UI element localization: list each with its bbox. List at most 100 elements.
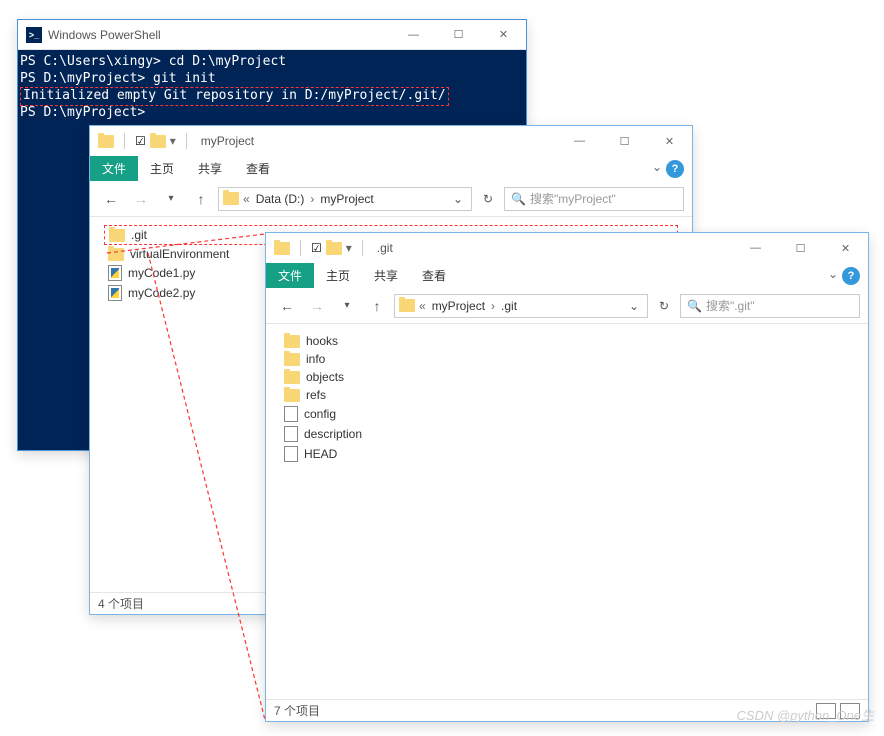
- tab-file[interactable]: 文件: [266, 263, 314, 288]
- terminal-line: Initialized empty Git repository in D:/m…: [20, 88, 524, 105]
- folder-icon: [284, 371, 300, 384]
- tab-share[interactable]: 共享: [362, 263, 410, 288]
- breadcrumb-separator[interactable]: ›: [491, 299, 495, 313]
- folder-icon: [284, 389, 300, 402]
- address-dropdown-icon[interactable]: ⌄: [625, 299, 643, 313]
- file-icon: [284, 406, 298, 422]
- file-icon: [284, 426, 298, 442]
- terminal-line: PS C:\Users\xingy> cd D:\myProject: [20, 54, 524, 71]
- list-item-file[interactable]: HEAD: [280, 444, 854, 464]
- search-input[interactable]: 🔍 搜索".git": [680, 294, 860, 318]
- titlebar[interactable]: >_ Windows PowerShell — ☐ ✕: [18, 20, 526, 50]
- recent-dropdown[interactable]: ▾: [334, 293, 360, 319]
- close-button[interactable]: ✕: [823, 234, 868, 263]
- folder-icon[interactable]: [150, 135, 166, 148]
- expand-ribbon-icon[interactable]: ⌄: [652, 160, 662, 174]
- maximize-button[interactable]: ☐: [778, 234, 823, 263]
- window-title: myProject: [201, 134, 254, 148]
- search-icon: 🔍: [511, 192, 526, 206]
- divider: [362, 240, 363, 256]
- folder-icon: [399, 299, 415, 312]
- forward-button[interactable]: →: [304, 293, 330, 319]
- python-file-icon: [108, 285, 122, 301]
- search-placeholder: 搜索"myProject": [530, 190, 616, 207]
- maximize-button[interactable]: ☐: [602, 127, 647, 156]
- folder-icon: [284, 335, 300, 348]
- tab-home[interactable]: 主页: [314, 263, 362, 288]
- list-item-file[interactable]: description: [280, 424, 854, 444]
- address-dropdown-icon[interactable]: ⌄: [449, 192, 467, 206]
- breadcrumb-separator[interactable]: «: [419, 299, 426, 313]
- item-count: 7 个项目: [274, 702, 320, 719]
- divider: [300, 240, 301, 256]
- refresh-button[interactable]: ↻: [476, 187, 500, 211]
- back-button[interactable]: ←: [274, 293, 300, 319]
- list-item-folder[interactable]: objects: [280, 368, 854, 386]
- terminal-line: PS D:\myProject>: [20, 105, 524, 122]
- tab-share[interactable]: 共享: [186, 156, 234, 181]
- folder-icon: [109, 229, 125, 242]
- folder-icon: [98, 135, 114, 148]
- tab-home[interactable]: 主页: [138, 156, 186, 181]
- file-icon: [284, 446, 298, 462]
- list-item-file[interactable]: config: [280, 404, 854, 424]
- explorer-window-git: ☑ ▾ .git — ☐ ✕ 文件 主页 共享 查看 ⌄ ? ← → ▾ ↑ «…: [265, 232, 869, 722]
- titlebar[interactable]: ☑ ▾ myProject — ☐ ✕: [90, 126, 692, 156]
- titlebar[interactable]: ☑ ▾ .git — ☐ ✕: [266, 233, 868, 263]
- python-file-icon: [108, 265, 122, 281]
- ribbon-tabs: 文件 主页 共享 查看 ⌄ ?: [266, 263, 868, 288]
- navigation-toolbar: ← → ▾ ↑ « Data (D:) › myProject ⌄ ↻ 🔍 搜索…: [90, 181, 692, 217]
- tab-file[interactable]: 文件: [90, 156, 138, 181]
- divider: [186, 133, 187, 149]
- folder-icon: [223, 192, 239, 205]
- dropdown-icon[interactable]: ▾: [346, 241, 352, 255]
- address-bar[interactable]: « Data (D:) › myProject ⌄: [218, 187, 472, 211]
- recent-dropdown[interactable]: ▾: [158, 186, 184, 212]
- search-icon: 🔍: [687, 299, 702, 313]
- minimize-button[interactable]: —: [557, 127, 602, 156]
- minimize-button[interactable]: —: [733, 234, 778, 263]
- refresh-button[interactable]: ↻: [652, 294, 676, 318]
- terminal-line: PS D:\myProject> git init: [20, 71, 524, 88]
- search-placeholder: 搜索".git": [706, 297, 755, 314]
- help-icon[interactable]: ?: [666, 160, 684, 178]
- minimize-button[interactable]: —: [391, 20, 436, 49]
- up-button[interactable]: ↑: [364, 293, 390, 319]
- window-title: .git: [377, 241, 393, 255]
- address-bar[interactable]: « myProject › .git ⌄: [394, 294, 648, 318]
- close-button[interactable]: ✕: [647, 127, 692, 156]
- navigation-toolbar: ← → ▾ ↑ « myProject › .git ⌄ ↻ 🔍 搜索".git…: [266, 288, 868, 324]
- search-input[interactable]: 🔍 搜索"myProject": [504, 187, 684, 211]
- dropdown-icon[interactable]: ▾: [170, 134, 176, 148]
- list-item-folder[interactable]: refs: [280, 386, 854, 404]
- folder-icon: [274, 242, 290, 255]
- item-count: 4 个项目: [98, 595, 144, 612]
- help-icon[interactable]: ?: [842, 267, 860, 285]
- forward-button[interactable]: →: [128, 186, 154, 212]
- checkbox-icon[interactable]: ☑: [311, 241, 322, 255]
- up-button[interactable]: ↑: [188, 186, 214, 212]
- window-title: Windows PowerShell: [48, 28, 161, 42]
- ribbon-tabs: 文件 主页 共享 查看 ⌄ ?: [90, 156, 692, 181]
- powershell-icon: >_: [26, 27, 42, 43]
- folder-icon[interactable]: [326, 242, 342, 255]
- breadcrumb-segment[interactable]: .git: [499, 299, 519, 313]
- list-item-folder[interactable]: info: [280, 350, 854, 368]
- file-list[interactable]: hooks info objects refs config descripti…: [266, 324, 868, 699]
- breadcrumb-separator[interactable]: «: [243, 192, 250, 206]
- maximize-button[interactable]: ☐: [436, 20, 481, 49]
- breadcrumb-segment[interactable]: Data (D:): [254, 192, 307, 206]
- breadcrumb-separator[interactable]: ›: [310, 192, 314, 206]
- expand-ribbon-icon[interactable]: ⌄: [828, 267, 838, 281]
- divider: [124, 133, 125, 149]
- breadcrumb-segment[interactable]: myProject: [430, 299, 487, 313]
- checkbox-icon[interactable]: ☑: [135, 134, 146, 148]
- breadcrumb-segment[interactable]: myProject: [318, 192, 375, 206]
- back-button[interactable]: ←: [98, 186, 124, 212]
- tab-view[interactable]: 查看: [234, 156, 282, 181]
- tab-view[interactable]: 查看: [410, 263, 458, 288]
- watermark: CSDN @python_One生: [737, 705, 874, 724]
- list-item-folder[interactable]: hooks: [280, 332, 854, 350]
- close-button[interactable]: ✕: [481, 20, 526, 49]
- folder-icon: [108, 248, 124, 261]
